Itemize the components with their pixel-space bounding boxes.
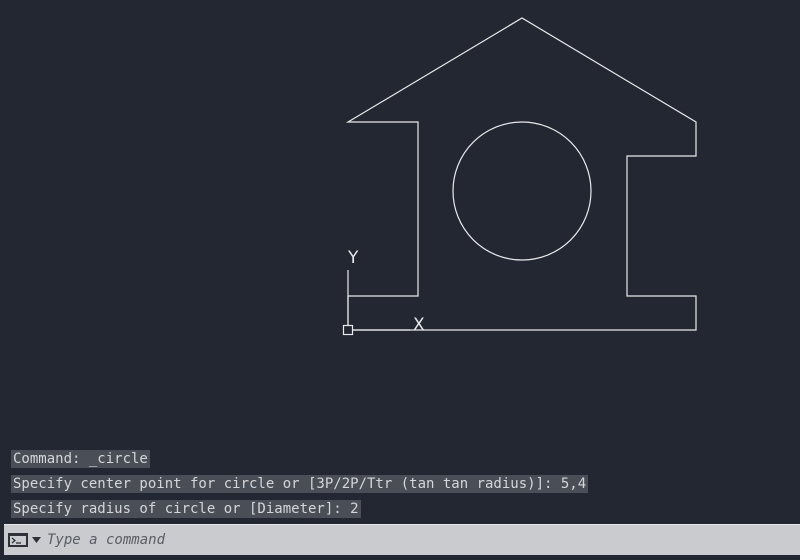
command-line-bar bbox=[4, 524, 800, 555]
drawing-canvas[interactable]: Y X bbox=[0, 0, 800, 520]
ucs-x-label: X bbox=[413, 315, 425, 335]
command-history: Command: _circle Specify center point fo… bbox=[11, 450, 589, 525]
command-input[interactable] bbox=[47, 528, 800, 552]
terminal-icon[interactable] bbox=[8, 532, 30, 548]
autocad-window: Y X Command: _circle Specify center poin… bbox=[0, 0, 800, 560]
caret-down-icon[interactable] bbox=[31, 535, 41, 545]
ucs-icon: Y X bbox=[342, 248, 425, 336]
drawn-circle[interactable] bbox=[452, 121, 592, 261]
ucs-origin-box bbox=[342, 324, 354, 336]
ucs-y-label: Y bbox=[347, 248, 359, 268]
house-outline[interactable] bbox=[345, 17, 697, 331]
history-line-2: Specify center point for circle or [3P/2… bbox=[11, 475, 589, 493]
history-line-3: Specify radius of circle or [Diameter]: … bbox=[11, 500, 361, 518]
history-line-1: Command: _circle bbox=[11, 450, 150, 468]
